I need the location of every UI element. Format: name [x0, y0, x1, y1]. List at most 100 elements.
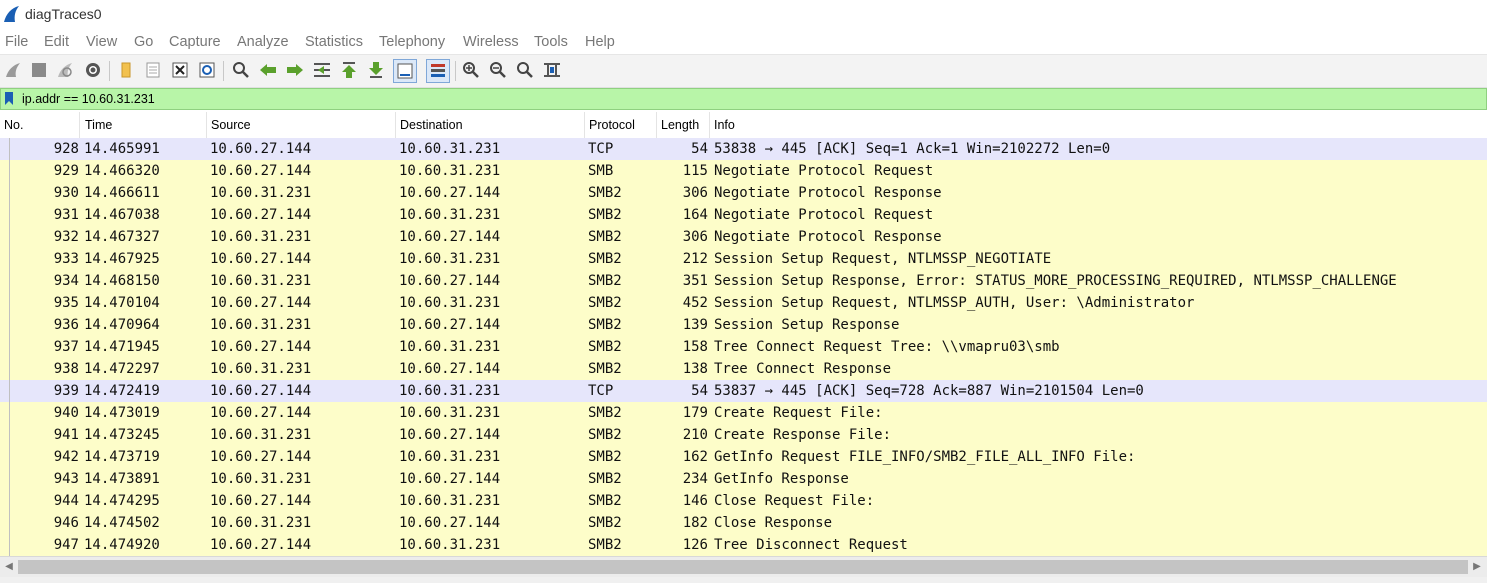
go-back-icon[interactable]: [257, 59, 279, 81]
packet-destination: 10.60.31.231: [399, 493, 501, 509]
menu-edit[interactable]: Edit: [44, 34, 69, 50]
horizontal-scrollbar[interactable]: ◀ ▶: [0, 556, 1487, 577]
packet-no: 946: [53, 515, 79, 531]
packet-row[interactable]: 940 14.473019 10.60.27.144 10.60.31.231 SMB2…: [0, 402, 1487, 424]
menu-go[interactable]: Go: [134, 34, 153, 50]
packet-source: 10.60.27.144: [210, 141, 312, 157]
column-header-destination[interactable]: Destination: [396, 112, 585, 138]
packet-no: 929: [53, 163, 79, 179]
packet-protocol: SMB2: [588, 515, 622, 531]
packet-row[interactable]: 946 14.474502 10.60.31.231 10.60.27.144 SMB2…: [0, 512, 1487, 534]
packet-destination: 10.60.31.231: [399, 405, 501, 421]
packet-no: 943: [53, 471, 79, 487]
menu-view[interactable]: View: [86, 34, 117, 50]
packet-info: Session Setup Request, NTLMSSP_AUTH, Use…: [714, 295, 1195, 311]
menu-telephony[interactable]: Telephony: [379, 34, 445, 50]
packet-row[interactable]: 938 14.472297 10.60.31.231 10.60.27.144 SMB2…: [0, 358, 1487, 380]
packet-time: 14.472297: [84, 361, 160, 377]
packet-destination: 10.60.31.231: [399, 207, 501, 223]
bookmark-icon[interactable]: [5, 92, 13, 105]
packet-no: 938: [53, 361, 79, 377]
packet-destination: 10.60.27.144: [399, 515, 501, 531]
packet-row[interactable]: 934 14.468150 10.60.31.231 10.60.27.144 SMB2…: [0, 270, 1487, 292]
packet-row[interactable]: 928 14.465991 10.60.27.144 10.60.31.231 TCP 5…: [0, 138, 1487, 160]
restart-capture-icon[interactable]: [54, 59, 76, 81]
display-filter-bar[interactable]: ip.addr == 10.60.31.231: [0, 88, 1487, 110]
capture-options-icon[interactable]: [82, 59, 104, 81]
normal-size-icon[interactable]: [514, 59, 536, 81]
column-header-source[interactable]: Source: [207, 112, 396, 138]
packet-source: 10.60.31.231: [210, 185, 312, 201]
auto-scroll-icon[interactable]: [393, 59, 417, 83]
menu-statistics[interactable]: Statistics: [305, 34, 363, 50]
toolbar-separator: [109, 61, 110, 81]
packet-row[interactable]: 941 14.473245 10.60.31.231 10.60.27.144 SMB2…: [0, 424, 1487, 446]
packet-time: 14.473891: [84, 471, 160, 487]
packet-info: Close Response: [714, 515, 833, 531]
packet-source: 10.60.27.144: [210, 537, 312, 553]
packet-source: 10.60.31.231: [210, 273, 312, 289]
scrollbar-thumb[interactable]: [18, 560, 1468, 574]
last-packet-icon[interactable]: [365, 59, 387, 81]
packet-row[interactable]: 931 14.467038 10.60.27.144 10.60.31.231 SMB2…: [0, 204, 1487, 226]
reload-file-icon[interactable]: [196, 59, 218, 81]
column-header-no[interactable]: No.: [0, 112, 80, 138]
column-header-info[interactable]: Info: [710, 112, 1487, 138]
packet-length: 146: [682, 493, 708, 509]
packet-no: 939: [53, 383, 79, 399]
scroll-left-icon[interactable]: ◀: [3, 561, 15, 573]
open-file-icon[interactable]: [115, 59, 137, 81]
packet-destination: 10.60.27.144: [399, 273, 501, 289]
packet-no: 940: [53, 405, 79, 421]
packet-info: 53838 → 445 [ACK] Seq=1 Ack=1 Win=210227…: [714, 141, 1111, 157]
packet-row[interactable]: 933 14.467925 10.60.27.144 10.60.31.231 SMB2…: [0, 248, 1487, 270]
packet-row[interactable]: 937 14.471945 10.60.27.144 10.60.31.231 SMB2…: [0, 336, 1487, 358]
zoom-out-icon[interactable]: [487, 59, 509, 81]
menu-analyze[interactable]: Analyze: [237, 34, 289, 50]
packet-row[interactable]: 943 14.473891 10.60.31.231 10.60.27.144 SMB2…: [0, 468, 1487, 490]
first-packet-icon[interactable]: [338, 59, 360, 81]
menu-help[interactable]: Help: [585, 34, 615, 50]
packet-info: Negotiate Protocol Response: [714, 229, 942, 245]
stop-capture-icon[interactable]: [28, 59, 50, 81]
packet-info: Close Request File:: [714, 493, 875, 509]
colorize-icon[interactable]: [426, 59, 450, 83]
packet-destination: 10.60.31.231: [399, 383, 501, 399]
packet-time: 14.471945: [84, 339, 160, 355]
zoom-in-icon[interactable]: [460, 59, 482, 81]
packet-source: 10.60.27.144: [210, 207, 312, 223]
menu-file[interactable]: File: [5, 34, 28, 50]
packet-time: 14.474295: [84, 493, 160, 509]
save-file-icon[interactable]: [142, 59, 164, 81]
packet-protocol: SMB2: [588, 537, 622, 553]
menu-capture[interactable]: Capture: [169, 34, 221, 50]
column-header-protocol[interactable]: Protocol: [585, 112, 657, 138]
packet-row[interactable]: 947 14.474920 10.60.27.144 10.60.31.231 SMB2…: [0, 534, 1487, 556]
scroll-right-icon[interactable]: ▶: [1471, 561, 1483, 573]
packet-row[interactable]: 936 14.470964 10.60.31.231 10.60.27.144 SMB2…: [0, 314, 1487, 336]
packet-row[interactable]: 929 14.466320 10.60.27.144 10.60.31.231 SMB 1…: [0, 160, 1487, 182]
display-filter-input[interactable]: ip.addr == 10.60.31.231: [22, 92, 155, 106]
packet-protocol: SMB2: [588, 449, 622, 465]
packet-protocol: SMB2: [588, 251, 622, 267]
resize-columns-icon[interactable]: [541, 59, 563, 81]
packet-row[interactable]: 942 14.473719 10.60.27.144 10.60.31.231 SMB2…: [0, 446, 1487, 468]
packet-row[interactable]: 935 14.470104 10.60.27.144 10.60.31.231 SMB2…: [0, 292, 1487, 314]
menu-wireless[interactable]: Wireless: [463, 34, 519, 50]
go-forward-icon[interactable]: [284, 59, 306, 81]
start-capture-icon[interactable]: [2, 59, 24, 81]
column-header-length[interactable]: Length: [657, 112, 710, 138]
go-to-packet-icon[interactable]: [311, 59, 333, 81]
main-toolbar: [0, 54, 1487, 88]
packet-source: 10.60.31.231: [210, 471, 312, 487]
column-header-time[interactable]: Time: [81, 112, 207, 138]
find-packet-icon[interactable]: [230, 59, 252, 81]
packet-time: 14.467925: [84, 251, 160, 267]
close-file-icon[interactable]: [169, 59, 191, 81]
packet-row[interactable]: 932 14.467327 10.60.31.231 10.60.27.144 SMB2…: [0, 226, 1487, 248]
packet-time: 14.473019: [84, 405, 160, 421]
packet-row[interactable]: 939 14.472419 10.60.27.144 10.60.31.231 TCP 5…: [0, 380, 1487, 402]
packet-row[interactable]: 944 14.474295 10.60.27.144 10.60.31.231 SMB2…: [0, 490, 1487, 512]
menu-tools[interactable]: Tools: [534, 34, 568, 50]
packet-row[interactable]: 930 14.466611 10.60.31.231 10.60.27.144 SMB2…: [0, 182, 1487, 204]
